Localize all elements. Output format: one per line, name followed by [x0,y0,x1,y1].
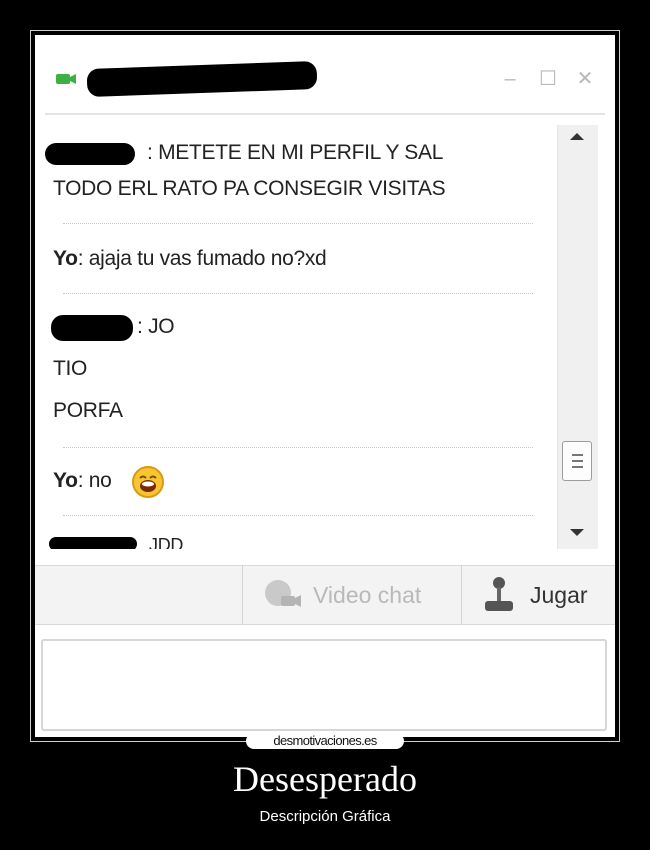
video-chat-button[interactable]: Video chat [263,566,459,624]
message-line: TODO ERL RATO PA CONSEGIR VISITAS [53,177,446,200]
message-line: Yo: no [53,469,112,492]
message-input[interactable] [41,639,607,731]
toolbar-divider [242,566,243,624]
message-line: Yo: ajaja tu vas fumado no?xd [53,247,327,270]
laughing-emoticon-icon [132,466,164,498]
title-bar: – ☐ ✕ [35,35,615,115]
video-chat-icon [265,580,301,607]
chat-scrollbar[interactable] [557,125,598,549]
play-label: Jugar [530,581,588,608]
message-line: PORFA [53,399,123,422]
message-divider [63,293,533,294]
message-divider [63,515,533,516]
maximize-button[interactable]: ☐ [538,69,558,89]
poster-frame: – ☐ ✕ : METETE EN MI PERFIL Y SAL TODO E… [30,30,620,742]
message-line: TIO [53,357,88,380]
scroll-up-arrow-icon[interactable] [570,133,584,140]
play-button[interactable]: Jugar [482,566,615,624]
message-divider [63,447,533,448]
video-chat-label: Video chat [313,581,422,608]
message-divider [63,223,533,224]
message-line: : METETE EN MI PERFIL Y SAL [147,141,444,164]
sender-name-redacted [49,537,137,549]
sender-name-redacted [45,143,135,165]
message-line: JDD [149,535,184,549]
poster-title: Desesperado [233,759,417,799]
joystick-icon [485,577,513,611]
contact-name-redacted [86,60,318,98]
scroll-down-arrow-icon[interactable] [570,529,584,536]
chat-toolbar: Video chat Jugar [35,565,615,625]
video-camera-icon [56,74,76,84]
message-line: : JO [137,315,175,338]
close-button[interactable]: ✕ [575,69,595,89]
minimize-button[interactable]: – [500,69,520,89]
watermark: desmotivaciones.es [246,733,404,749]
chat-window: – ☐ ✕ : METETE EN MI PERFIL Y SAL TODO E… [35,35,615,737]
sender-name-redacted [51,315,133,341]
title-divider [45,113,605,115]
toolbar-divider [461,566,462,624]
poster-subtitle: Descripción Gráfica [259,808,391,825]
scroll-thumb[interactable] [562,441,592,481]
chat-history: : METETE EN MI PERFIL Y SAL TODO ERL RAT… [35,123,557,549]
